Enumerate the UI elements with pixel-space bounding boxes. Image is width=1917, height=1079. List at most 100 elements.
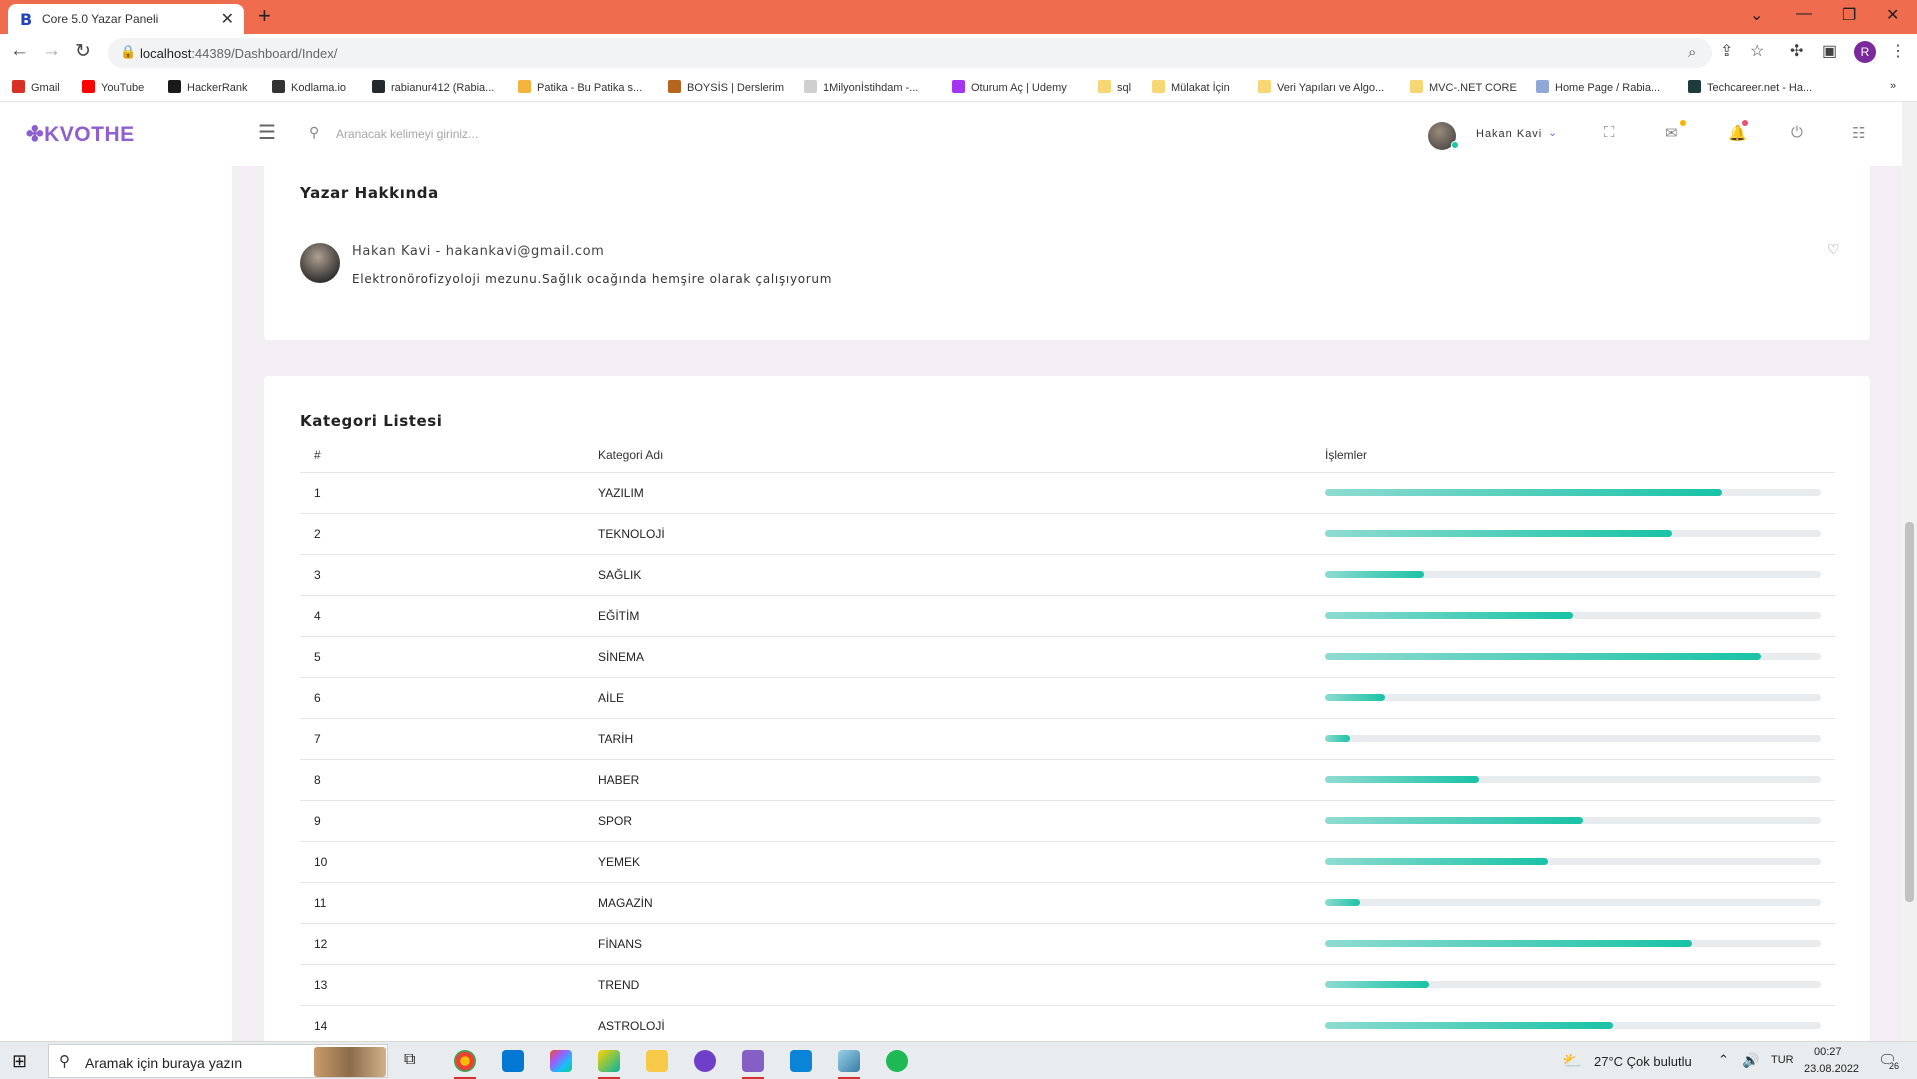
forward-icon[interactable]: → [42,40,61,62]
scrollbar-thumb[interactable] [1905,522,1914,902]
app-icon[interactable] [838,1050,860,1072]
language-indicator[interactable]: TUR [1771,1054,1794,1066]
bookmark-item[interactable]: Veri Yapıları ve Algo... [1258,80,1384,94]
bookmark-item[interactable]: BOYSİS | Derslerim [668,80,784,94]
mail-icon[interactable]: ✉ [1665,124,1678,142]
app-viewport: Yazar Hakkında Hakan Kavi - hakankavi@gm… [0,102,1902,1041]
bookmark-item[interactable]: Kodlama.io [272,80,346,94]
side-panel-icon[interactable]: ▣ [1822,41,1837,61]
zoom-icon[interactable]: ⌕ [1688,44,1696,61]
page-scrollbar[interactable] [1902,102,1917,1041]
brand-logo[interactable]: ✤KVOTHE [26,122,135,147]
windows-start-icon[interactable]: ⊞ [12,1051,27,1072]
taskbar-search-text: Aramak için buraya yazın [85,1055,243,1071]
bookmark-favicon-icon [518,80,531,93]
progress-track [1325,940,1821,947]
clock-date[interactable]: 23.08.2022 [1804,1063,1859,1075]
bookmarks-overflow-icon[interactable]: » [1890,80,1896,92]
bookmark-favicon-icon [12,80,25,93]
table-row: 10 YEMEK [300,841,1835,883]
bookmark-item[interactable]: Mülakat İçin [1152,80,1230,94]
search-input[interactable] [336,122,636,146]
category-progress-cell [1325,718,1835,760]
heart-icon[interactable]: ♡ [1827,241,1840,258]
category-number: 6 [300,677,598,719]
file-explorer-icon[interactable] [646,1050,668,1072]
weather-text[interactable]: 27°C Çok bulutlu [1594,1054,1692,1069]
bookmark-item[interactable]: YouTube [82,80,144,94]
top-navbar: ✤KVOTHE ☰ ⚲ Hakan Kavi ⌄ ⛶ ✉ 🔔 ⏻ ☷ [0,102,1902,166]
bookmark-item[interactable]: sql [1098,80,1131,94]
bookmark-favicon-icon [1152,80,1165,93]
address-url[interactable]: localhost:44389/Dashboard/Index/ [140,46,337,61]
author-avatar [300,243,340,283]
visual-studio-icon[interactable] [742,1050,764,1072]
url-path: :44389/Dashboard/Index/ [191,46,338,61]
github-desktop-icon[interactable] [694,1050,716,1072]
bookmark-star-icon[interactable]: ☆ [1750,41,1764,61]
category-number: 7 [300,718,598,760]
table-row: 12 FİNANS [300,923,1835,965]
extensions-icon[interactable]: ✣ [1790,41,1803,61]
progress-track [1325,489,1821,496]
back-icon[interactable]: ← [10,40,29,62]
mail-app-icon[interactable] [502,1050,524,1072]
bell-icon[interactable]: 🔔 [1728,124,1747,142]
tab-close-icon[interactable]: ✕ [221,9,234,29]
clock-time[interactable]: 00:27 [1814,1046,1842,1058]
weather-icon[interactable]: ⛅ [1562,1051,1582,1071]
window-close-icon[interactable]: ✕ [1886,5,1899,25]
vscode-icon[interactable] [790,1050,812,1072]
bookmark-item[interactable]: HackerRank [168,80,248,94]
bookmark-item[interactable]: Home Page / Rabia... [1536,80,1660,94]
tab-search-chevron-icon[interactable]: ⌄ [1750,5,1763,25]
progress-bar [1325,612,1573,619]
browser-tab[interactable]: B Core 5.0 Yazar Paneli ✕ [8,4,244,34]
new-tab-icon[interactable]: + [258,3,271,29]
bookmark-item[interactable]: MVC-.NET CORE [1410,80,1517,94]
fullscreen-icon[interactable]: ⛶ [1604,124,1615,141]
menu-kebab-icon[interactable]: ⋮ [1890,41,1906,61]
progress-bar [1325,694,1385,701]
bookmark-item[interactable]: Oturum Aç | Udemy [952,80,1067,94]
settings-list-icon[interactable]: ☷ [1852,124,1865,142]
search-icon: ⚲ [309,124,320,140]
category-name: SİNEMA [598,636,1325,678]
bookmark-favicon-icon [952,80,965,93]
bookmark-item[interactable]: rabianur412 (Rabia... [372,80,494,94]
category-progress-cell [1325,513,1835,555]
profile-avatar[interactable]: R [1854,41,1876,63]
table-row: 11 MAGAZİN [300,882,1835,924]
taskbar-search-box[interactable]: ⚲ Aramak için buraya yazın [48,1044,388,1078]
reload-icon[interactable]: ↻ [75,40,91,63]
chrome-app-icon[interactable] [454,1050,476,1072]
tray-chevron-up-icon[interactable]: ⌃ [1718,1052,1729,1068]
bookmark-label: Techcareer.net - Ha... [1707,82,1813,94]
power-icon[interactable]: ⏻ [1791,124,1803,141]
volume-icon[interactable]: 🔊 [1742,1052,1759,1069]
share-icon[interactable]: ⇪ [1720,41,1733,61]
bookmark-label: rabianur412 (Rabia... [391,82,495,94]
table-row: 1 YAZILIM [300,472,1835,514]
progress-bar [1325,940,1693,947]
task-view-icon[interactable]: ⧉ [404,1051,415,1069]
bookmark-item[interactable]: Gmail [12,80,60,94]
snip-app-icon[interactable] [598,1050,620,1072]
category-table-body: 1 YAZILIM 2 TEKNOLOJİ 3 SAĞLIK 4 EĞİTİM 5 SİNEMA 6… [300,472,1835,1041]
category-name: SAĞLIK [598,554,1325,596]
lock-icon[interactable]: 🔒 [120,44,136,60]
mail-badge [1680,120,1686,126]
bookmark-item[interactable]: Patika - Bu Patika s... [518,80,642,94]
chevron-down-icon[interactable]: ⌄ [1548,126,1557,139]
figma-app-icon[interactable] [550,1050,572,1072]
bookmark-item[interactable]: 1Milyonİstihdam -... [804,80,918,94]
hamburger-menu-icon[interactable]: ☰ [258,120,276,145]
minimize-icon[interactable]: — [1796,5,1812,23]
bookmark-item[interactable]: Techcareer.net - Ha... [1688,80,1812,94]
restore-icon[interactable]: ❐ [1842,5,1856,25]
address-bar[interactable]: 🔒 localhost:44389/Dashboard/Index/ ⌕ [108,38,1712,68]
spotify-icon[interactable] [886,1050,908,1072]
category-number: 13 [300,964,598,1006]
progress-track [1325,653,1821,660]
user-name[interactable]: Hakan Kavi [1476,128,1542,140]
